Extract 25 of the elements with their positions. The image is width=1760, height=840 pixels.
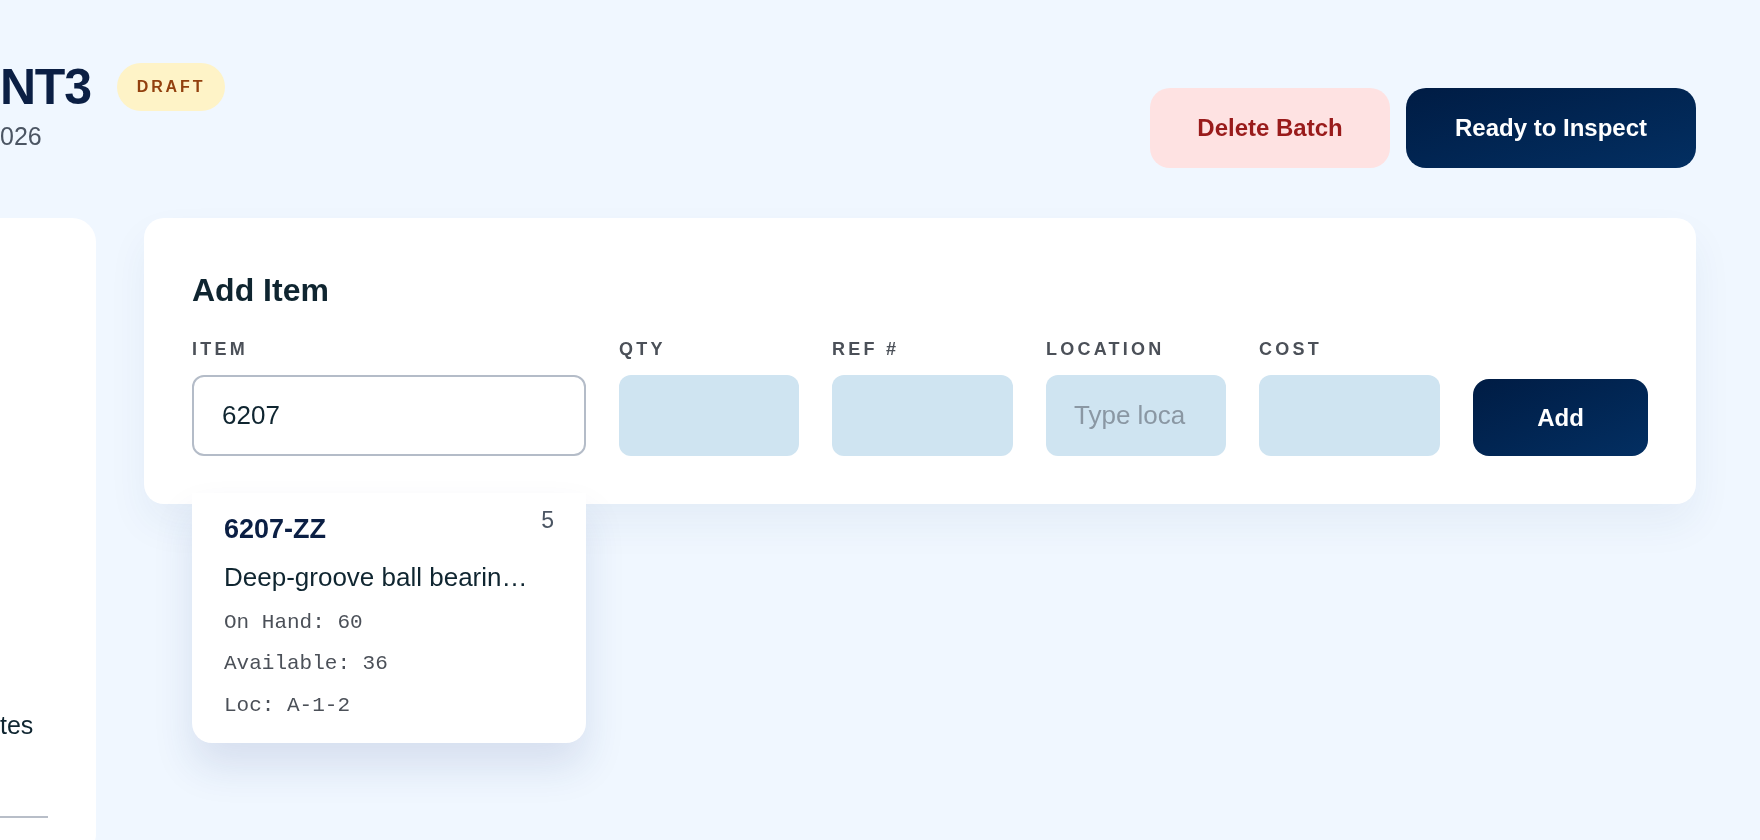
item-detail: Available: 36 bbox=[224, 651, 388, 677]
input-field[interactable] bbox=[832, 375, 1013, 456]
add-button[interactable]: Add bbox=[1473, 379, 1648, 456]
item-count: 5 bbox=[541, 506, 554, 535]
status-badge: DRAFT bbox=[116, 63, 226, 111]
field-label: QTY bbox=[619, 338, 666, 361]
field-label: LOCATION bbox=[1046, 338, 1165, 361]
page-date: 026 bbox=[0, 121, 43, 152]
field-label: COST bbox=[1259, 338, 1322, 361]
input-field[interactable]: 6207 bbox=[192, 375, 586, 456]
field-label: REF # bbox=[832, 338, 900, 361]
suggestion-item[interactable]: 6207-ZZ 5 Deep-groove ball bearin… On Hand: 60 Available: 36 Loc: A-1-2 bbox=[192, 493, 586, 743]
page-title: NT3 bbox=[0, 62, 91, 112]
item-code: 6207-ZZ bbox=[224, 513, 327, 546]
item-detail: Loc: A-1-2 bbox=[224, 692, 351, 719]
item-description: Deep-groove ball bearin… bbox=[224, 560, 528, 594]
inspect-button[interactable]: Ready to Inspect bbox=[1406, 88, 1696, 168]
input-field[interactable] bbox=[619, 375, 799, 456]
card-title: Add Item bbox=[192, 271, 329, 310]
side-panel-text: tes bbox=[0, 709, 35, 741]
field-label: ITEM bbox=[192, 338, 248, 361]
input-field[interactable]: Type loca bbox=[1046, 375, 1226, 456]
delete-button[interactable]: Delete Batch bbox=[1150, 88, 1390, 168]
input-field[interactable] bbox=[1259, 375, 1440, 456]
item-detail: On Hand: 60 bbox=[224, 609, 363, 636]
